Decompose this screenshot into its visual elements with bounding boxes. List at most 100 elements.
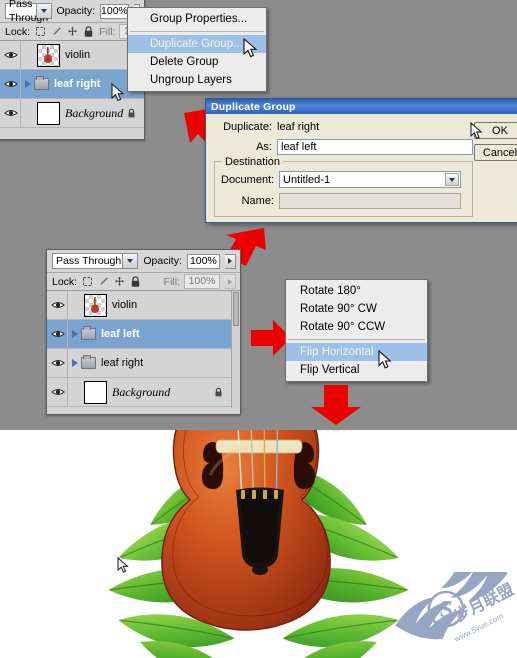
menu-item-rotate-180[interactable]: Rotate 180° [286, 282, 427, 300]
visibility-toggle-violin-2[interactable] [49, 291, 68, 319]
menu-item-ungroup-layers[interactable]: Ungroup Layers [128, 71, 266, 89]
violin-thumb-icon [91, 296, 99, 313]
transform-context-menu[interactable]: Rotate 180° Rotate 90° CW Rotate 90° CCW… [285, 279, 428, 382]
chevron-down-icon[interactable] [445, 173, 459, 186]
as-row: As: leaf left [214, 139, 517, 155]
watermark-logo-letter: S [439, 597, 452, 623]
layer-row-violin-1[interactable]: violin [0, 41, 144, 70]
document-label: Document: [221, 173, 275, 186]
folder-icon [81, 326, 96, 340]
as-label: As: [256, 141, 272, 153]
layer-name-violin-1: violin [65, 49, 91, 61]
blend-mode-select-2[interactable]: Pass Through [52, 253, 139, 269]
panel2-scrollbar[interactable] [231, 291, 240, 408]
layer-row-background-1[interactable]: Background [0, 99, 144, 128]
visibility-toggle-leaf-right-1[interactable] [2, 70, 21, 98]
destination-group: Destination Document: Untitled-1 Name: [214, 156, 473, 217]
layer-name-background-1: Background [65, 105, 124, 120]
mouse-cursor-flip-horizontal [378, 350, 392, 369]
layer-name-leaf-right-1: leaf right [54, 78, 101, 90]
expand-group-leaf-right-1[interactable] [21, 80, 34, 88]
name-label: Name: [241, 195, 274, 207]
scrollbar-thumb[interactable] [233, 292, 239, 326]
opacity-input-1[interactable]: 100% [100, 3, 129, 19]
layer-row-violin-2[interactable]: violin [47, 291, 231, 320]
visibility-toggle-background-1[interactable] [2, 99, 21, 127]
panel2-blend-row: Pass Through Opacity: 100% [47, 250, 240, 273]
name-row: Name: [221, 193, 466, 209]
chevron-down-icon[interactable] [122, 254, 138, 268]
layer-thumbnail-violin-2 [84, 293, 107, 317]
visibility-toggle-background-2[interactable] [49, 378, 68, 406]
opacity-label-2: Opacity: [143, 255, 182, 267]
visibility-toggle-leaf-right-2[interactable] [49, 349, 68, 377]
panel1-blend-row: Pass Through Opacity: 100% [0, 0, 144, 24]
lock-image-brush-icon[interactable] [51, 26, 62, 37]
duplicate-source-value: leaf right [277, 121, 320, 133]
fill-input-2[interactable]: 100% [184, 274, 220, 289]
lock-icon [128, 108, 135, 117]
lock-all-icon[interactable] [130, 275, 141, 288]
cancel-button[interactable]: Cancel [474, 144, 517, 161]
document-select[interactable]: Untitled-1 [279, 171, 461, 188]
menu-item-rotate-90-ccw[interactable]: Rotate 90° CCW [286, 318, 427, 336]
layers-panel-bottom[interactable]: Pass Through Opacity: 100% Lock: Fill: 1… [46, 249, 241, 415]
eye-icon [51, 302, 65, 308]
as-name-input[interactable]: leaf left [277, 139, 473, 155]
layer-name-background-2: Background [112, 384, 171, 399]
opacity-label-1: Opacity: [56, 5, 96, 17]
layers-panel-top[interactable]: Pass Through Opacity: 100% Lock: Fill: v… [0, 0, 156, 140]
lock-transparency-icon[interactable] [35, 26, 46, 37]
mouse-cursor-ok-button [470, 122, 483, 139]
expand-group-leaf-left-2[interactable] [68, 330, 81, 338]
visibility-toggle-leaf-left-2[interactable] [49, 320, 68, 348]
panel2-lock-row: Lock: Fill: 100% [47, 273, 240, 291]
expand-group-leaf-right-2[interactable] [68, 359, 81, 367]
eye-icon [51, 331, 65, 337]
lock-all-icon[interactable] [83, 25, 94, 38]
opacity-stepper-2[interactable] [224, 253, 236, 269]
document-value: Untitled-1 [283, 173, 331, 186]
folder-icon [34, 76, 49, 90]
lock-transparency-icon[interactable] [82, 276, 93, 287]
lock-label-2: Lock: [52, 275, 78, 288]
blend-mode-value-2: Pass Through [56, 255, 122, 267]
blend-mode-select-1[interactable]: Pass Through [5, 0, 52, 24]
fill-stepper-2[interactable] [224, 274, 236, 289]
eye-icon [51, 389, 65, 395]
dialog-titlebar: Duplicate Group [206, 99, 517, 114]
menu-item-group-properties[interactable]: Group Properties... [128, 10, 266, 28]
visibility-toggle-violin-1[interactable] [2, 41, 21, 69]
site-watermark: S 岁月联盟 www.5yue.com [395, 572, 517, 644]
red-arrow-step-4 [311, 385, 361, 425]
menu-separator [130, 31, 264, 32]
eye-icon [4, 52, 18, 58]
layer-row-background-2[interactable]: Background [47, 378, 231, 407]
menu-item-flip-vertical[interactable]: Flip Vertical [286, 361, 427, 379]
violin-with-leaves-composite: S 岁月联盟 www.5yue.com [0, 430, 517, 658]
layer-row-leaf-right-2[interactable]: leaf right [47, 349, 231, 378]
opacity-input-2[interactable]: 100% [186, 253, 220, 269]
lock-position-move-icon[interactable] [67, 26, 78, 37]
fill-label-2: Fill: [163, 275, 180, 288]
mouse-cursor-duplicate-group [243, 38, 258, 58]
document-row: Document: Untitled-1 [221, 171, 466, 188]
eye-icon [51, 360, 65, 366]
duplicate-label: Duplicate: [223, 121, 272, 133]
layer-thumbnail-background-2 [84, 380, 107, 404]
destination-label: Destination [222, 156, 284, 168]
lock-position-move-icon[interactable] [114, 276, 125, 287]
lock-image-brush-icon[interactable] [98, 276, 109, 287]
violin-thumb-icon [44, 46, 52, 63]
layer-name-leaf-left-2: leaf left [101, 328, 140, 340]
menu-item-flip-horizontal[interactable]: Flip Horizontal [286, 343, 427, 361]
lock-label-1: Lock: [5, 25, 31, 38]
eye-icon [4, 110, 18, 116]
layer-name-violin-2: violin [112, 299, 138, 311]
layer-row-leaf-left-2[interactable]: leaf left [47, 320, 231, 349]
menu-item-rotate-90-cw[interactable]: Rotate 90° CW [286, 300, 427, 318]
chevron-down-icon[interactable] [35, 4, 51, 18]
destination-name-input[interactable] [279, 193, 461, 209]
duplicate-group-dialog[interactable]: Duplicate Group Duplicate: leaf right As… [205, 98, 517, 223]
panel1-lock-row: Lock: Fill: 100% [0, 23, 156, 41]
